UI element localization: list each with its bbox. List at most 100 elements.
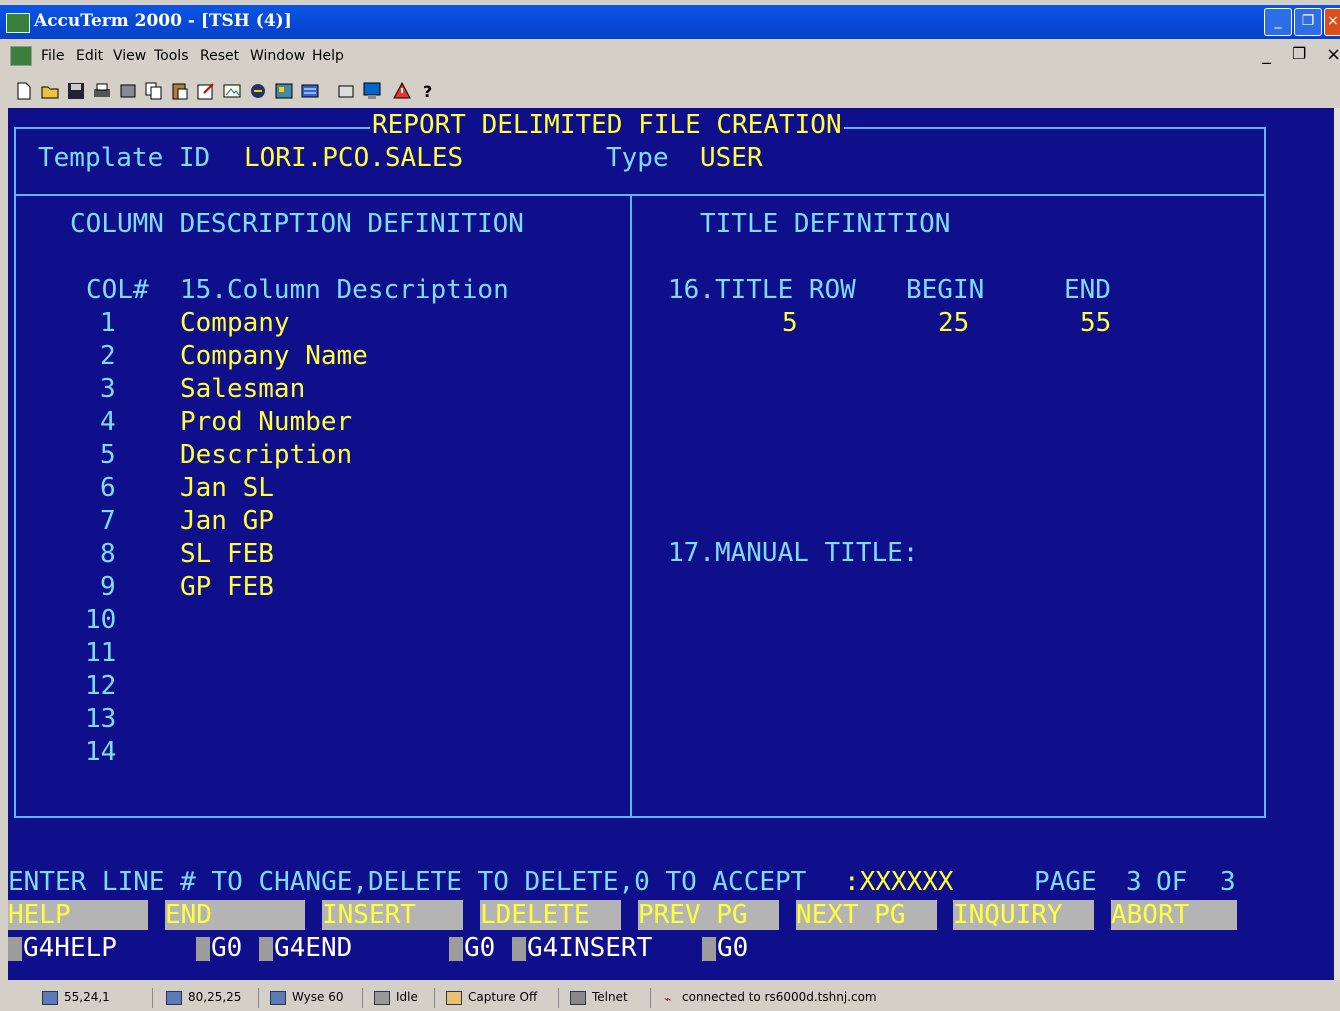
row-number: 14 [85, 737, 117, 767]
g4help-key[interactable]: G4HELP [8, 933, 117, 963]
title-row-value[interactable]: 5 [782, 308, 798, 338]
column-description[interactable]: SL FEB [180, 539, 274, 569]
document-icon[interactable] [10, 46, 32, 66]
maximize-icon[interactable]: ❐ [1294, 8, 1322, 36]
menu-edit[interactable]: Edit [76, 48, 103, 64]
col-number-header: COL# [86, 275, 149, 305]
g4insert-key[interactable]: G4INSERT [512, 933, 652, 963]
capture-panel[interactable]: Capture Off [446, 990, 537, 1005]
inquiry-key[interactable]: INQUIRY [953, 900, 1094, 930]
g4insert-label: G4INSERT [527, 933, 653, 963]
alert-icon[interactable] [392, 81, 412, 101]
column-description[interactable]: Jan SL [180, 473, 274, 503]
prompt-text: ENTER LINE # TO CHANGE,DELETE TO DELETE,… [8, 867, 807, 897]
status-bar: 55,24,1 80,25,25 Wyse 60 Idle Capture Of… [0, 984, 1340, 1011]
menu-view[interactable]: View [113, 48, 146, 64]
ldelete-key[interactable]: LDELETE [480, 900, 621, 930]
telnet-icon [570, 990, 586, 1005]
open-icon[interactable] [40, 81, 60, 101]
protocol-panel[interactable]: Telnet [570, 990, 628, 1005]
begin-value[interactable]: 25 [938, 308, 969, 338]
protocol: Telnet [592, 990, 628, 1004]
menu-help[interactable]: Help [312, 48, 344, 64]
row-number: 10 [85, 605, 117, 635]
abort-key[interactable]: ABORT [1111, 900, 1237, 930]
help-icon[interactable]: ? [418, 81, 438, 101]
column-description[interactable]: Company Name [180, 341, 368, 371]
monitor-icon[interactable] [362, 81, 382, 101]
row-number: 6 [100, 473, 116, 503]
column-description[interactable]: Prod Number [180, 407, 352, 437]
printer-icon [374, 990, 390, 1005]
prompt-input[interactable]: :XXXXXX [844, 867, 954, 897]
child-minimize-icon[interactable]: _ [1262, 44, 1271, 65]
printer-panel[interactable]: Idle [374, 990, 418, 1005]
g0-key[interactable]: G0 [449, 933, 495, 963]
capture-icon[interactable] [222, 81, 242, 101]
menu-window[interactable]: Window [250, 48, 305, 64]
script-icon[interactable] [248, 81, 268, 101]
column-description[interactable]: Salesman [180, 374, 305, 404]
screen-title: REPORT DELIMITED FILE CREATION [370, 110, 844, 140]
end-key[interactable]: END [165, 900, 305, 930]
g0-key[interactable]: G0 [196, 933, 242, 963]
screen-size-panel: 80,25,25 [166, 990, 241, 1005]
column-description[interactable]: GP FEB [180, 572, 274, 602]
column-description[interactable]: Jan GP [180, 506, 274, 536]
row-number: 4 [100, 407, 116, 437]
row-number: 1 [100, 308, 116, 338]
g0-label: G0 [717, 933, 749, 963]
type-value[interactable]: USER [700, 143, 763, 173]
end-value[interactable]: 55 [1080, 308, 1111, 338]
cursor-position-panel: 55,24,1 [42, 990, 110, 1005]
manual-title-label: 17.MANUAL TITLE: [668, 538, 919, 568]
save-icon[interactable] [66, 81, 86, 101]
g4end-key[interactable]: G4END [259, 933, 352, 963]
terminal-type-panel[interactable]: Wyse 60 [270, 990, 343, 1005]
row-number: 11 [85, 638, 117, 668]
settings-icon[interactable] [274, 81, 294, 101]
vertical-scrollbar[interactable] [1334, 108, 1340, 980]
mail-icon[interactable] [336, 81, 356, 101]
row-number: 7 [100, 506, 116, 536]
column-description[interactable]: Company [180, 308, 290, 338]
page-total: 3 [1220, 867, 1236, 897]
prev-page-key[interactable]: PREV PG [638, 900, 779, 930]
status-separator [258, 988, 259, 1008]
row-number: 13 [85, 704, 117, 734]
menu-bar: File Edit View Tools Reset Window Help _… [0, 44, 1340, 70]
template-id-value[interactable]: LORI.PCO.SALES [244, 143, 463, 173]
title-definition-title: TITLE DEFINITION [700, 209, 951, 239]
disk-icon[interactable] [118, 81, 138, 101]
next-page-key[interactable]: NEXT PG [796, 900, 937, 930]
child-restore-icon[interactable]: ❐ [1292, 44, 1306, 63]
printer-status: Idle [396, 990, 418, 1004]
window-title: AccuTerm 2000 - [TSH (4)] [34, 11, 292, 31]
menu-tools[interactable]: Tools [154, 48, 189, 64]
menu-file[interactable]: File [41, 48, 64, 64]
g0-label: G0 [211, 933, 243, 963]
row-number: 12 [85, 671, 117, 701]
accuterm-app-icon[interactable] [6, 13, 30, 33]
minimize-icon[interactable]: _ [1264, 8, 1292, 36]
status-separator [362, 988, 363, 1008]
column-description[interactable]: Description [180, 440, 352, 470]
paste-icon[interactable] [170, 81, 190, 101]
copy-icon[interactable] [144, 81, 164, 101]
capture-status: Capture Off [468, 990, 538, 1004]
insert-key[interactable]: INSERT [322, 900, 463, 930]
print-icon[interactable] [92, 81, 112, 101]
g0-key[interactable]: G0 [702, 933, 748, 963]
new-icon[interactable] [14, 81, 34, 101]
child-close-icon[interactable]: × [1326, 44, 1340, 65]
screen-size: 80,25,25 [188, 990, 242, 1004]
window-titlebar[interactable]: AccuTerm 2000 - [TSH (4)] _ ❐ × [0, 5, 1340, 39]
link-icon[interactable] [300, 81, 320, 101]
terminal-screen[interactable]: REPORT DELIMITED FILE CREATION Template … [8, 108, 1334, 980]
help-key[interactable]: HELP [8, 900, 148, 930]
menu-reset[interactable]: Reset [200, 48, 239, 64]
edit-icon[interactable] [196, 81, 216, 101]
cursor-icon [42, 990, 58, 1005]
status-separator [558, 988, 559, 1008]
close-icon[interactable]: × [1324, 8, 1340, 36]
